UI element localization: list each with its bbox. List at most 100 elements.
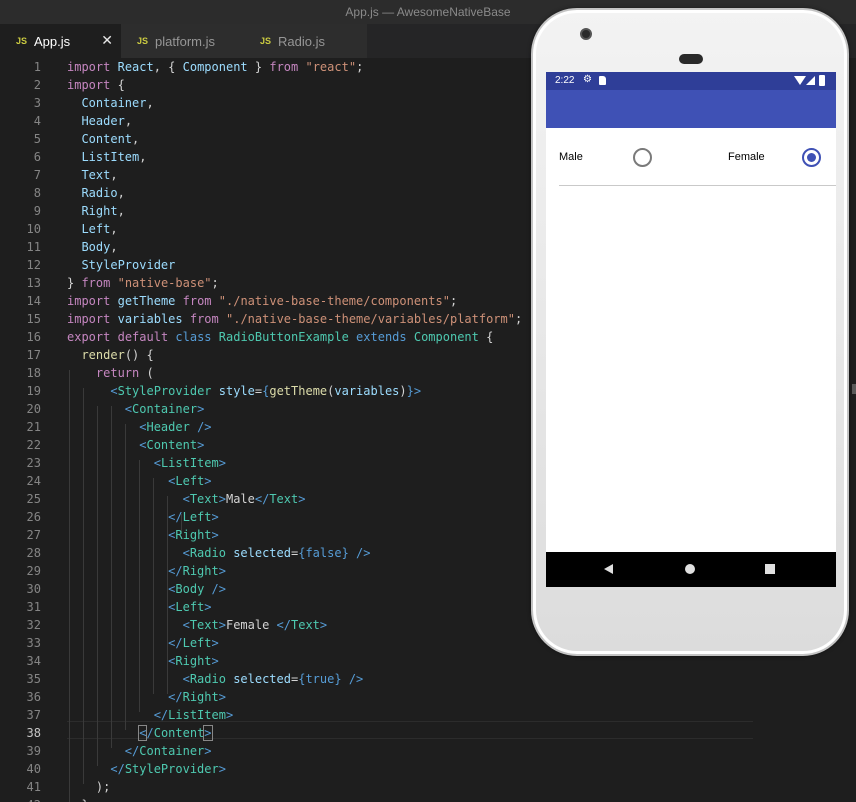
code-token: from: [81, 276, 111, 290]
code-text: <Body />: [67, 580, 226, 598]
code-line[interactable]: 36 </Right>: [0, 688, 856, 706]
code-token: Text: [291, 618, 320, 632]
android-phone-frame: 2:22 ⚙ Male Female: [531, 8, 849, 656]
line-number: 39: [26, 744, 41, 758]
code-token: Container: [81, 96, 147, 110]
code-token: getTheme: [117, 294, 176, 308]
line-number: 8: [33, 186, 41, 200]
code-token: >: [203, 725, 213, 741]
line-number: 34: [26, 654, 41, 668]
code-token: Component: [182, 60, 248, 74]
male-radio-button[interactable]: [633, 148, 652, 167]
js-file-icon: JS: [137, 36, 149, 46]
code-token: ,: [139, 150, 147, 164]
code-line[interactable]: 39 </Container>: [0, 742, 856, 760]
line-number: 4: [33, 114, 41, 128]
code-text: StyleProvider: [67, 256, 175, 274]
home-circle-icon[interactable]: [685, 564, 695, 574]
code-token: variables: [334, 384, 400, 398]
code-text: Container,: [67, 94, 153, 112]
tab-radio-js[interactable]: JS Radio.js: [244, 24, 368, 58]
code-token: , {: [153, 60, 183, 74]
code-token: "react": [305, 60, 357, 74]
signal-icon: [806, 76, 815, 85]
back-triangle-icon[interactable]: [604, 564, 613, 574]
code-token: Radio: [189, 546, 226, 560]
code-text: <Radio selected={false} />: [67, 544, 371, 562]
code-token: ;: [211, 276, 219, 290]
recent-square-icon[interactable]: [765, 564, 775, 574]
code-token: "./native-base-theme/components": [218, 294, 450, 308]
code-token: style: [218, 384, 255, 398]
code-line[interactable]: 41 );: [0, 778, 856, 796]
line-number: 37: [26, 708, 41, 722]
tab-platform-js[interactable]: JS platform.js: [121, 24, 245, 58]
code-token: >: [204, 474, 212, 488]
code-token: import: [67, 78, 111, 92]
female-radio-button[interactable]: [802, 148, 821, 167]
code-token: </: [276, 618, 291, 632]
code-token: from: [189, 312, 219, 326]
line-number: 9: [33, 204, 41, 218]
code-token: >: [204, 744, 212, 758]
code-token: ;: [356, 60, 364, 74]
code-text: Content,: [67, 130, 139, 148]
sd-card-icon: [599, 76, 606, 85]
code-token: </: [153, 708, 169, 722]
code-token: );: [67, 780, 111, 794]
code-token: Left: [175, 600, 205, 614]
code-token: "./native-base-theme/variables/platform": [226, 312, 515, 326]
code-token: Text: [189, 618, 219, 632]
code-token: Text: [189, 492, 219, 506]
code-line[interactable]: 38 </Content>: [0, 724, 856, 742]
code-token: ListItem: [160, 456, 219, 470]
code-token: </: [254, 492, 270, 506]
code-token: () {: [124, 348, 154, 362]
code-line[interactable]: 40 </StyleProvider>: [0, 760, 856, 778]
code-token: Body: [175, 582, 205, 596]
code-text: </Content>: [67, 724, 213, 742]
code-line[interactable]: 42 }: [0, 796, 856, 802]
code-token: import: [67, 60, 111, 74]
code-text: </Left>: [67, 508, 219, 526]
code-token: {: [478, 330, 494, 344]
code-token: variables: [117, 312, 183, 326]
line-number: 2: [33, 78, 41, 92]
code-line[interactable]: 35 <Radio selected={true} />: [0, 670, 856, 688]
code-token: default: [117, 330, 169, 344]
code-line[interactable]: 37 </ListItem>: [0, 706, 856, 724]
code-text: export default class RadioButtonExample …: [67, 328, 493, 346]
code-token: ,: [117, 186, 125, 200]
code-text: <Radio selected={true} />: [67, 670, 364, 688]
code-token: >: [211, 510, 219, 524]
code-token: />: [356, 546, 371, 560]
code-token: }: [341, 546, 349, 560]
line-number: 35: [26, 672, 41, 686]
close-icon[interactable]: ✕: [101, 32, 113, 49]
code-token: RadioButtonExample: [218, 330, 349, 344]
code-token: <: [110, 384, 118, 398]
code-token: ListItem: [81, 150, 140, 164]
code-token: >: [218, 564, 226, 578]
tab-label: App.js: [34, 33, 71, 49]
tab-app-js[interactable]: JS App.js ✕: [0, 24, 124, 58]
code-token: ,: [110, 222, 118, 236]
android-nav-bar: [546, 552, 836, 587]
code-text: return (: [67, 364, 154, 382]
code-text: Left,: [67, 220, 118, 238]
code-token: >: [211, 636, 219, 650]
line-number: 19: [26, 384, 41, 398]
